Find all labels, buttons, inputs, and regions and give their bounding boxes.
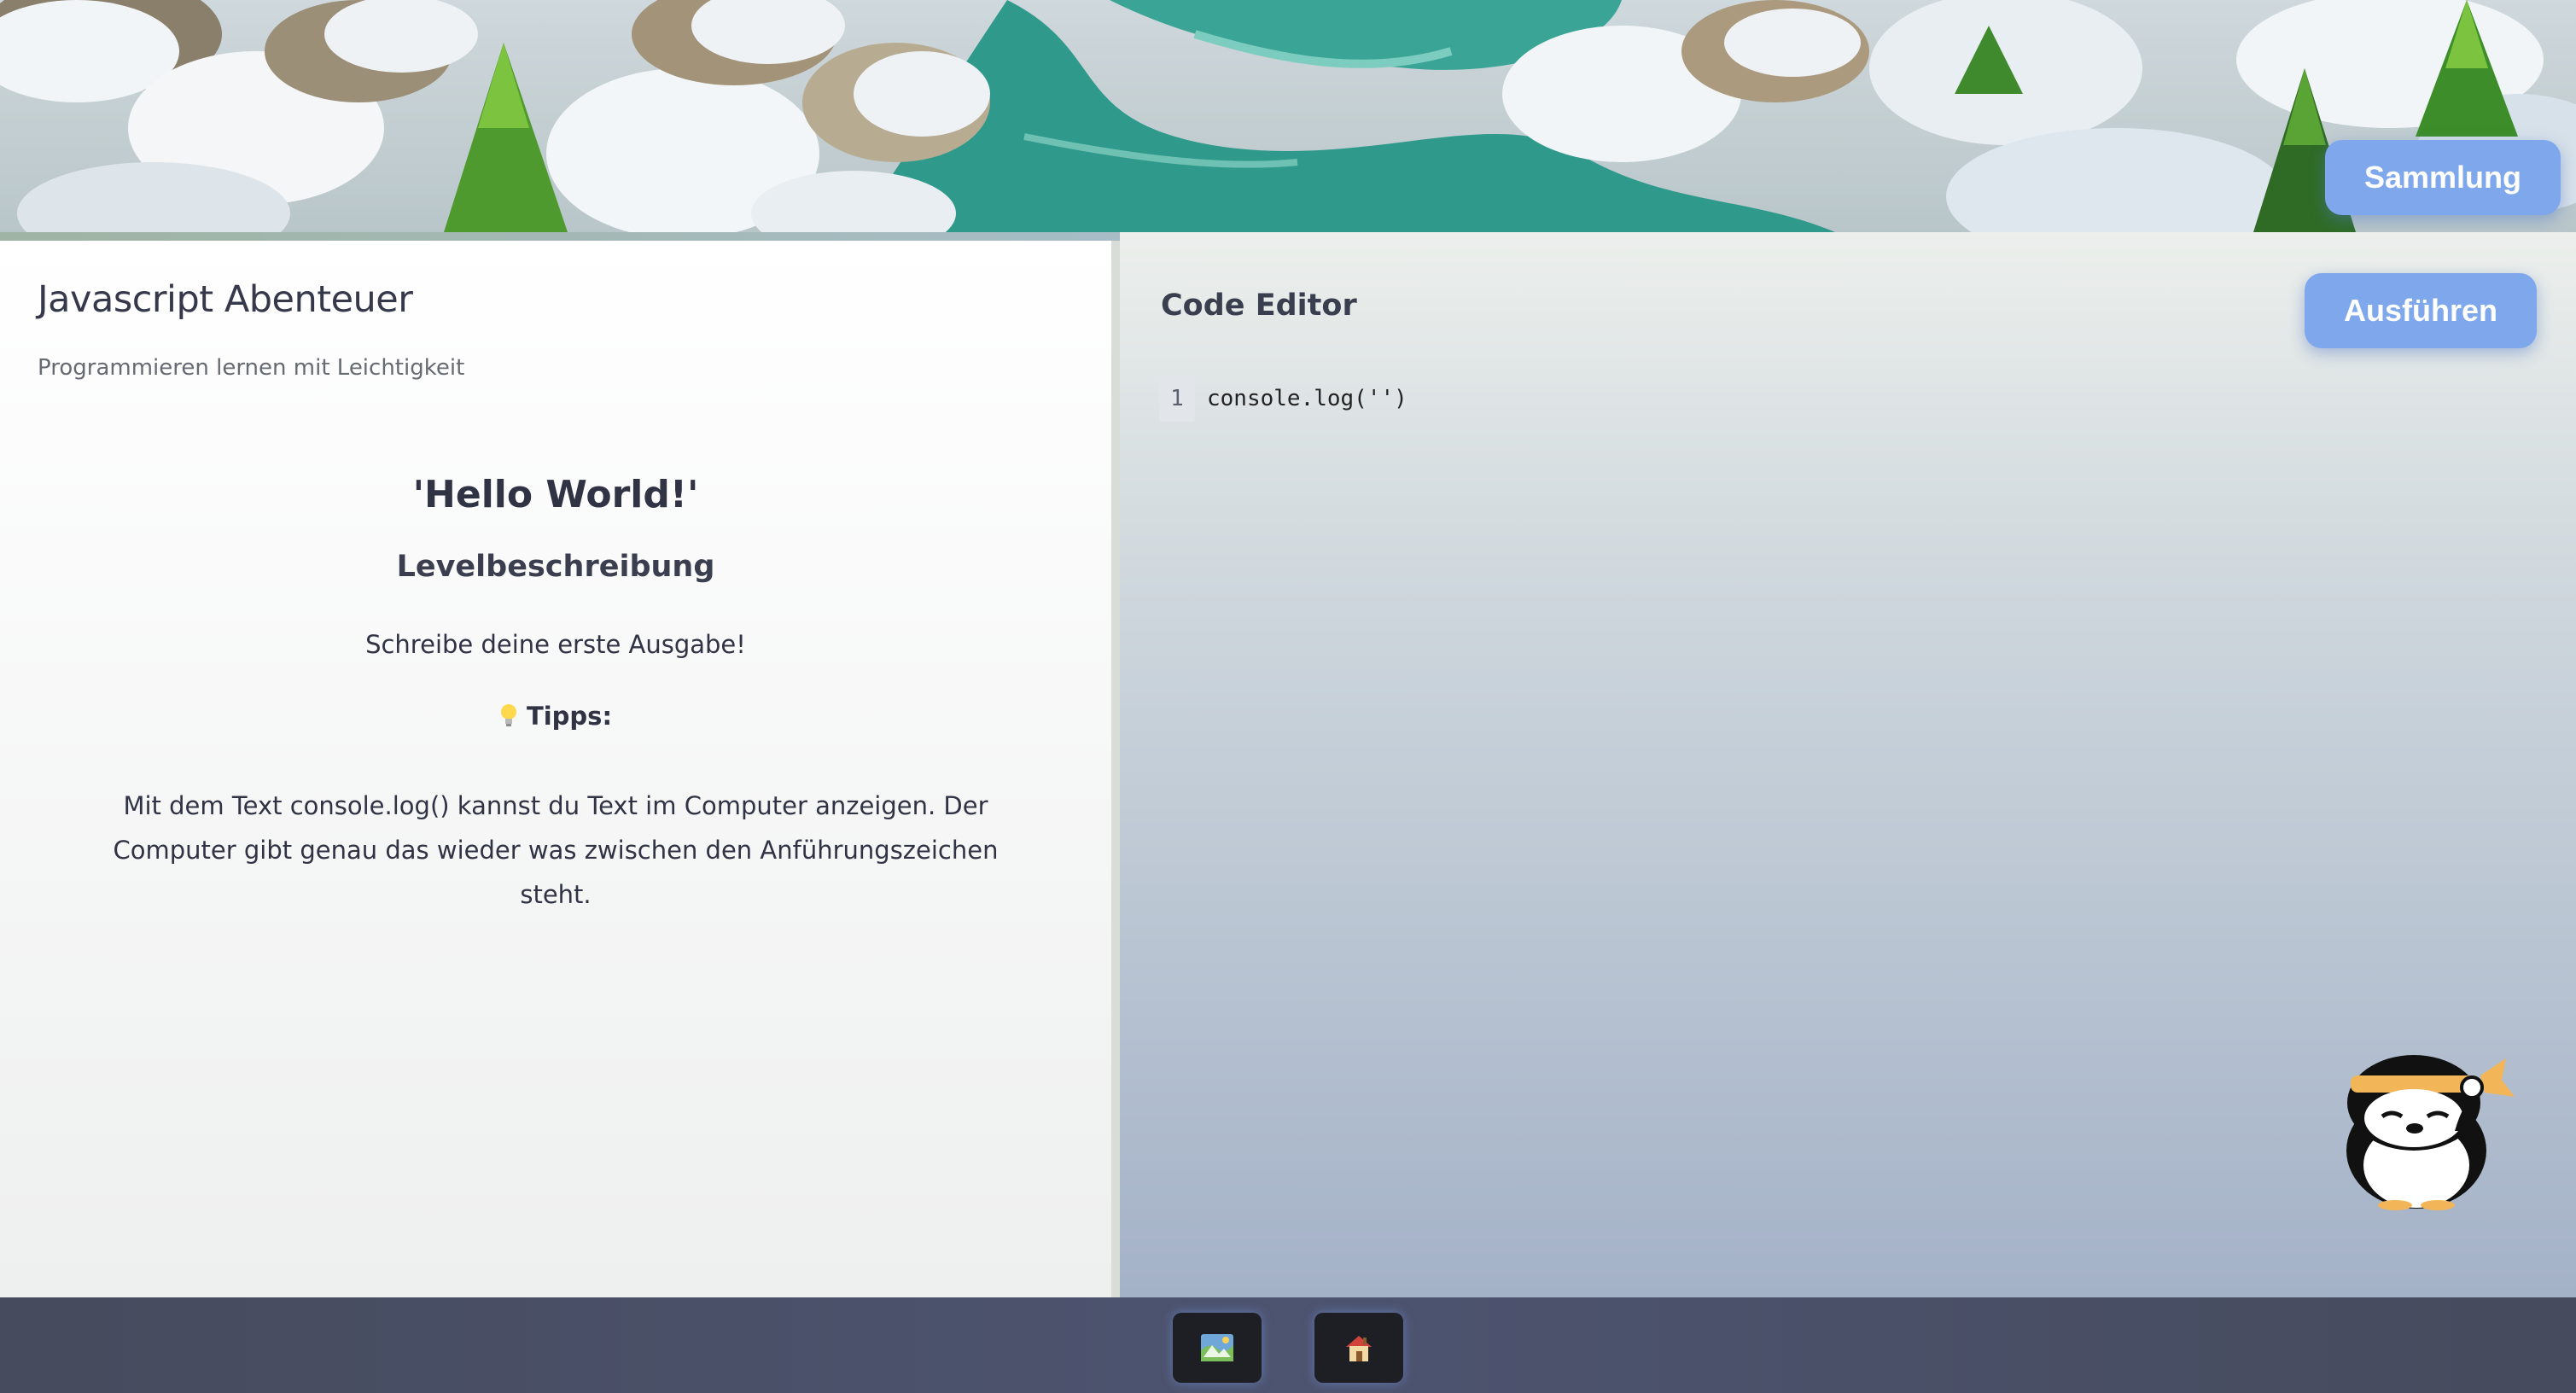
- level-task: Schreibe deine erste Ausgabe!: [365, 630, 746, 659]
- run-button[interactable]: Ausführen: [2305, 273, 2537, 348]
- bottom-bar: [0, 1297, 2576, 1393]
- editor-title: Code Editor: [1161, 289, 1357, 323]
- line-number: 1: [1159, 376, 1195, 422]
- code-input[interactable]: 1 console.log(''): [1159, 376, 1407, 422]
- lesson-panel: Javascript Abenteuer Programmieren lerne…: [0, 241, 1111, 1297]
- tips-heading: Tipps:: [0, 702, 1111, 731]
- map-icon: [1201, 1334, 1233, 1361]
- lightbulb-icon: [500, 704, 516, 726]
- tips-label: Tipps:: [526, 702, 613, 731]
- penguin-mascot-icon: [2346, 1055, 2515, 1210]
- winter-landscape-illustration: [0, 0, 2576, 232]
- app-title: Javascript Abenteuer: [38, 278, 413, 321]
- header-banner: Sammlung: [0, 0, 2576, 232]
- app-subtitle: Programmieren lernen mit Leichtigkeit: [38, 355, 465, 381]
- level-title: 'Hello World!': [412, 473, 699, 516]
- code-editor-panel: Code Editor Ausführen 1 console.log(''): [1120, 232, 2576, 1297]
- home-button[interactable]: [1314, 1313, 1403, 1383]
- tip-text: Mit dem Text console.log() kannst du Tex…: [113, 791, 999, 909]
- home-icon: [1346, 1336, 1372, 1361]
- code-line[interactable]: console.log(''): [1207, 386, 1407, 411]
- map-button[interactable]: [1173, 1313, 1262, 1383]
- collection-button[interactable]: Sammlung: [2325, 140, 2561, 215]
- level-description-heading: Levelbeschreibung: [396, 550, 715, 584]
- panel-divider[interactable]: [1111, 241, 1120, 1297]
